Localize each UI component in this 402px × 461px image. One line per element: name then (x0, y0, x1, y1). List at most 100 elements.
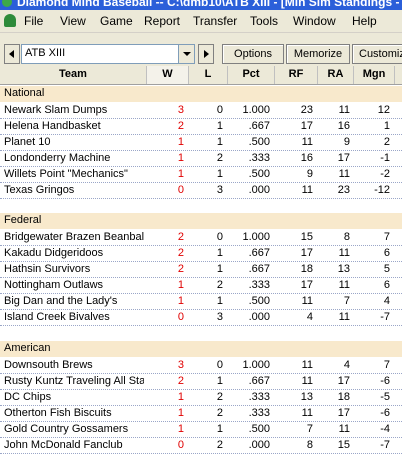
losses-cell: 1 (216, 168, 223, 180)
margin-cell: 4 (383, 295, 390, 307)
wins-cell: 1 (177, 295, 184, 307)
table-row[interactable]: Otherton Fish Biscuits 1 2 .333 11 17 -6 (0, 405, 402, 422)
table-row[interactable]: Rusty Kuntz Traveling All Sta 2 1 .667 11 17 -… (0, 373, 402, 390)
chevron-down-icon (183, 52, 191, 56)
league-select[interactable]: ATB XIII (21, 44, 195, 64)
runs-against-cell: 9 (343, 136, 350, 148)
previous-button[interactable] (4, 44, 20, 64)
team-name-cell: Newark Slam Dumps (4, 104, 108, 116)
menu-file[interactable]: File (24, 14, 43, 28)
runs-against-cell: 17 (337, 375, 350, 387)
runs-for-cell: 11 (301, 136, 313, 148)
table-row[interactable]: Texas Gringos 0 3 .000 11 23 -12 (0, 182, 402, 199)
team-name-cell: Helena Handbasket (4, 120, 101, 132)
wins-cell: 2 (177, 120, 184, 132)
losses-cell: 2 (216, 279, 223, 291)
runs-for-cell: 11 (301, 407, 313, 419)
runs-against-cell: 18 (337, 391, 350, 403)
table-row[interactable]: Willets Point "Mechanics" 1 1.500 9 11 -2 (0, 166, 402, 183)
margin-cell: -1 (380, 152, 390, 164)
menu-report[interactable]: Report (144, 14, 180, 28)
margin-cell: -4 (380, 423, 390, 435)
arrow-right-icon (204, 50, 209, 58)
memorize-button[interactable]: Memorize (286, 44, 350, 64)
table-row[interactable]: John McDonald Fanclub 0 2 .000 8 15 -7 (0, 437, 402, 454)
team-name-cell: Downsouth Brews (4, 359, 93, 371)
margin-cell: 12 (377, 104, 390, 116)
win-pct-cell: .667 (248, 263, 270, 275)
document-icon[interactable] (4, 14, 16, 27)
win-pct-cell: .000 (248, 184, 270, 196)
column-header-pct[interactable]: Pct (228, 66, 275, 84)
runs-against-cell: 11 (338, 311, 350, 323)
section-header: Federal (0, 213, 402, 229)
margin-cell: 6 (383, 247, 390, 259)
team-name-cell: Londonderry Machine (4, 152, 111, 164)
menu-game[interactable]: Game (100, 14, 133, 28)
margin-cell: -12 (374, 184, 390, 196)
runs-for-cell: 17 (300, 120, 313, 132)
table-row[interactable]: Planet 10 1 1.500 11 9 2 (0, 134, 402, 151)
margin-cell: 2 (383, 136, 390, 148)
team-name-cell: Kakadu Didgeridoos (4, 247, 104, 259)
table-row[interactable]: Kakadu Didgeridoos 2 1 .667 17 11 6 (0, 245, 402, 262)
wins-cell: 0 (177, 439, 184, 451)
margin-cell: 6 (383, 279, 390, 291)
team-name-cell: Gold Country Gossamers (4, 423, 129, 435)
table-row[interactable]: Hathsin Survivors 2 1 .667 18 13 5 (0, 261, 402, 278)
table-row[interactable]: DC Chips 1 2 .333 13 18 -5 (0, 389, 402, 406)
column-header-l[interactable]: L (189, 66, 228, 84)
column-header-ra[interactable]: RA (318, 66, 354, 84)
win-pct-cell: .000 (248, 439, 270, 451)
wins-cell: 3 (177, 359, 184, 371)
runs-against-cell: 13 (337, 263, 350, 275)
table-row[interactable]: Downsouth Brews 3 0 1.000 11 4 7 (0, 357, 402, 374)
team-name-cell: DC Chips (4, 391, 52, 403)
column-header-mgn[interactable]: Mgn (354, 66, 395, 84)
column-header-w[interactable]: W (147, 66, 189, 84)
wins-cell: 0 (177, 184, 184, 196)
next-button[interactable] (198, 44, 214, 64)
table-row[interactable]: Helena Handbasket 2 1 .667 17 16 1 (0, 118, 402, 135)
menu-view[interactable]: View (60, 14, 86, 28)
win-pct-cell: .500 (248, 423, 270, 435)
team-name-cell: Island Creek Bivalves (4, 311, 110, 323)
table-row[interactable]: Gold Country Gossamers 1 1.500 7 11 -4 (0, 421, 402, 438)
wins-cell: 1 (177, 279, 184, 291)
losses-cell: 2 (216, 439, 223, 451)
runs-for-cell: 15 (300, 231, 313, 243)
runs-for-cell: 7 (306, 423, 313, 435)
runs-for-cell: 17 (300, 279, 313, 291)
dropdown-button[interactable] (178, 45, 194, 63)
options-button[interactable]: Options (222, 44, 284, 64)
losses-cell: 3 (216, 184, 223, 196)
wins-cell: 2 (177, 375, 184, 387)
table-row[interactable]: Bridgewater Brazen Beanball 2 0 1.000 15 8 7 (0, 229, 402, 246)
win-pct-cell: .333 (248, 279, 270, 291)
app-icon (2, 0, 12, 7)
win-pct-cell: 1.000 (242, 104, 270, 116)
wins-cell: 3 (177, 104, 184, 116)
runs-against-cell: 11 (338, 247, 350, 259)
table-row[interactable]: Nottingham Outlaws 1 2 .333 17 11 6 (0, 277, 402, 294)
table-row[interactable]: Big Dan and the Lady's 1 1.500 11 7 4 (0, 293, 402, 310)
menu-window[interactable]: Window (293, 14, 336, 28)
wins-cell: 1 (177, 152, 184, 164)
team-name-cell: Nottingham Outlaws (4, 279, 104, 291)
runs-against-cell: 11 (338, 104, 350, 116)
table-row[interactable]: Londonderry Machine 1 2 .333 16 17 -1 (0, 150, 402, 167)
runs-for-cell: 11 (301, 359, 313, 371)
losses-cell: 1 (216, 247, 223, 259)
runs-for-cell: 11 (301, 184, 313, 196)
table-row[interactable]: Newark Slam Dumps 3 0 1.000 23 11 12 (0, 102, 402, 119)
column-header-rf[interactable]: RF (275, 66, 318, 84)
menu-help[interactable]: Help (352, 14, 377, 28)
menu-transfer[interactable]: Transfer (193, 14, 237, 28)
table-row[interactable]: Island Creek Bivalves 0 3 .000 4 11 -7 (0, 309, 402, 326)
customize-button[interactable]: Customiz (352, 44, 402, 64)
team-name-cell: Texas Gringos (4, 184, 75, 196)
losses-cell: 0 (216, 231, 223, 243)
menu-tools[interactable]: Tools (250, 14, 278, 28)
team-name-cell: John McDonald Fanclub (4, 439, 123, 451)
column-header-team[interactable]: Team (0, 66, 147, 84)
